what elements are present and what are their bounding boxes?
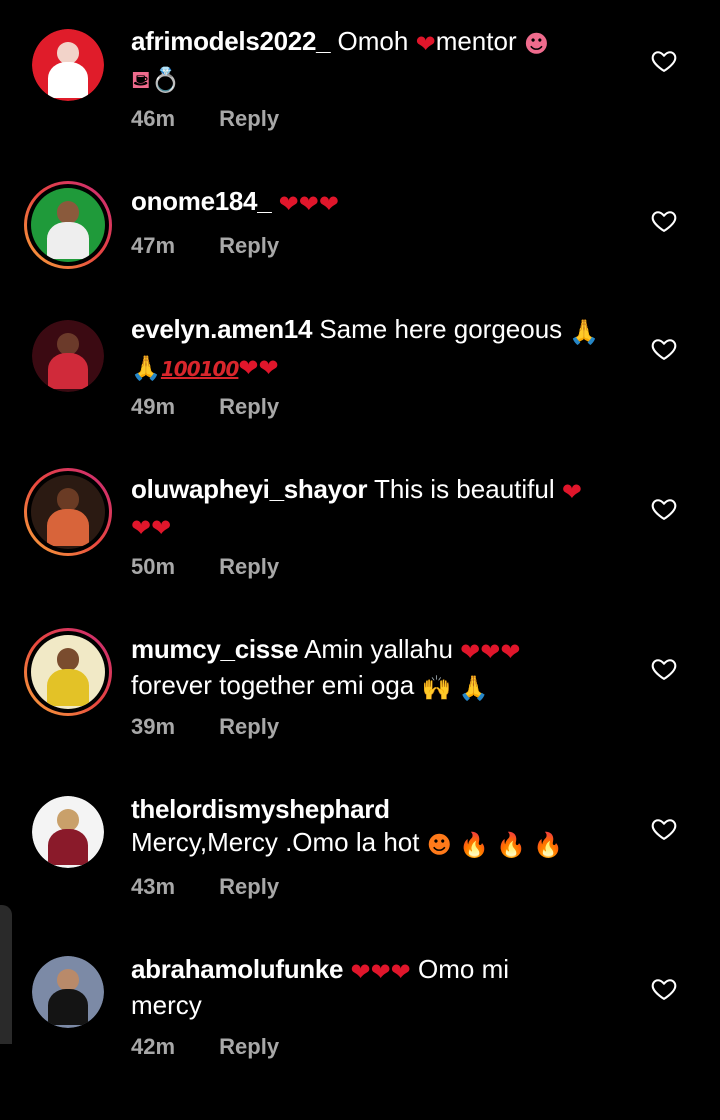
- heart-emoji: ❤: [238, 354, 259, 382]
- fire-emoji: 🔥: [458, 831, 489, 859]
- comment-time: 43m: [131, 874, 176, 899]
- comment-time: 50m: [131, 554, 176, 579]
- comment-username[interactable]: afrimodels2022_: [131, 26, 331, 56]
- like-heart-icon[interactable]: [650, 495, 678, 523]
- tongue-emoji: ☻: [523, 30, 549, 58]
- avatar[interactable]: [32, 796, 104, 868]
- heart-emoji: ❤: [350, 958, 371, 986]
- comment-text: Mercy,Mercy .Omo la hot: [131, 827, 420, 857]
- comment-username[interactable]: abrahamolufunke: [131, 954, 344, 984]
- comment-username[interactable]: oluwapheyi_shayor: [131, 474, 368, 504]
- comment-meta: 49m Reply: [131, 394, 279, 420]
- comment-text-block: mumcy_cisse Amin yallahu ❤❤❤ forever tog…: [131, 633, 631, 705]
- comment-item: oluwapheyi_shayor This is beautiful ❤ ❤❤…: [0, 468, 720, 640]
- like-heart-icon[interactable]: [650, 335, 678, 363]
- comment-meta: 43m Reply: [131, 874, 279, 900]
- comment-text: Same here gorgeous: [319, 314, 563, 344]
- comment-text: mentor: [435, 26, 517, 56]
- shopping-bag-emoji: ⛾: [131, 66, 151, 94]
- reply-button[interactable]: Reply: [219, 874, 279, 899]
- comment-text: This is beautiful: [373, 474, 555, 504]
- reply-button[interactable]: Reply: [219, 394, 279, 419]
- avatar[interactable]: [32, 956, 104, 1028]
- reply-button[interactable]: Reply: [219, 1034, 279, 1059]
- heart-emoji: ❤: [318, 190, 339, 218]
- hot-face-emoji: ☻: [426, 831, 452, 859]
- comment-meta: 50m Reply: [131, 554, 279, 580]
- comment-text-block: thelordismyshephard Mercy,Mercy .Omo la …: [131, 793, 631, 862]
- raised-hands-emoji: 🙌: [421, 674, 452, 702]
- heart-emoji: ❤: [561, 478, 582, 506]
- comment-meta: 42m Reply: [131, 1034, 279, 1060]
- pray-emoji: 🙏: [131, 354, 161, 382]
- comment-username[interactable]: thelordismyshephard: [131, 794, 390, 824]
- reply-button[interactable]: Reply: [219, 554, 279, 579]
- like-heart-icon[interactable]: [650, 815, 678, 843]
- comment-time: 47m: [131, 233, 176, 258]
- avatar[interactable]: [24, 628, 112, 716]
- heart-emoji: ❤: [278, 190, 299, 218]
- comment-text: Amin yallahu: [304, 634, 453, 664]
- comment-username[interactable]: onome184_: [131, 186, 272, 216]
- comment-text-block: abrahamolufunke ❤❤❤ Omo mi mercy: [131, 953, 631, 1022]
- comment-text-block: oluwapheyi_shayor This is beautiful ❤ ❤❤: [131, 473, 631, 545]
- like-heart-icon[interactable]: [650, 975, 678, 1003]
- heart-emoji: ❤: [298, 190, 319, 218]
- comment-meta: 46m Reply: [131, 106, 279, 132]
- comment-username[interactable]: evelyn.amen14: [131, 314, 312, 344]
- comment-meta: 39m Reply: [131, 714, 279, 740]
- avatar[interactable]: [24, 181, 112, 269]
- comment-text-block: onome184_ ❤❤❤: [131, 185, 631, 221]
- like-heart-icon[interactable]: [650, 47, 678, 75]
- like-heart-icon[interactable]: [650, 207, 678, 235]
- hundred-emoji: 100: [160, 357, 201, 381]
- reply-button[interactable]: Reply: [219, 233, 279, 258]
- like-heart-icon[interactable]: [650, 655, 678, 683]
- reply-button[interactable]: Reply: [219, 106, 279, 131]
- hundred-emoji: 100: [199, 357, 240, 381]
- pray-emoji: 🙏: [458, 674, 489, 702]
- heart-emoji: ❤: [480, 638, 501, 666]
- comment-item: evelyn.amen14 Same here gorgeous 🙏 🙏1001…: [0, 314, 720, 480]
- comment-text: mercy: [131, 990, 202, 1020]
- comment-item: onome184_ ❤❤❤ 47m Reply: [0, 160, 720, 320]
- comment-item: thelordismyshephard Mercy,Mercy .Omo la …: [0, 794, 720, 960]
- comment-item: mumcy_cisse Amin yallahu ❤❤❤ forever tog…: [0, 628, 720, 800]
- comment-text: Omoh: [337, 26, 409, 56]
- avatar[interactable]: [24, 468, 112, 556]
- avatar[interactable]: [32, 29, 104, 101]
- comment-item: abrahamolufunke ❤❤❤ Omo mi mercy 42m Rep…: [0, 954, 720, 1120]
- heart-emoji: ❤: [370, 958, 391, 986]
- comment-username[interactable]: mumcy_cisse: [131, 634, 299, 664]
- comment-text: forever together emi oga: [131, 670, 415, 700]
- comment-text: Omo mi: [418, 954, 510, 984]
- comment-time: 46m: [131, 106, 176, 131]
- comment-item: afrimodels2022_ Omoh ❤mentor ☻ ⛾💍 46m Re…: [0, 0, 720, 160]
- comment-text-block: afrimodels2022_ Omoh ❤mentor ☻ ⛾💍: [131, 25, 631, 97]
- ring-emoji: 💍: [150, 66, 181, 94]
- heart-emoji: ❤: [415, 30, 436, 58]
- scroll-edge[interactable]: [0, 905, 12, 1044]
- heart-emoji: ❤: [460, 638, 481, 666]
- comment-time: 42m: [131, 1034, 176, 1059]
- pray-emoji: 🙏: [569, 318, 600, 346]
- heart-emoji: ❤: [131, 514, 152, 542]
- heart-emoji: ❤: [258, 354, 279, 382]
- fire-emoji: 🔥: [496, 831, 526, 859]
- comment-meta: 47m Reply: [131, 233, 279, 259]
- heart-emoji: ❤: [390, 958, 411, 986]
- comment-time: 49m: [131, 394, 176, 419]
- comment-text-block: evelyn.amen14 Same here gorgeous 🙏 🙏1001…: [131, 313, 631, 386]
- fire-emoji: 🔥: [533, 831, 564, 859]
- heart-emoji: ❤: [500, 638, 521, 666]
- comment-time: 39m: [131, 714, 176, 739]
- reply-button[interactable]: Reply: [219, 714, 279, 739]
- heart-emoji: ❤: [151, 514, 172, 542]
- avatar[interactable]: [32, 320, 104, 392]
